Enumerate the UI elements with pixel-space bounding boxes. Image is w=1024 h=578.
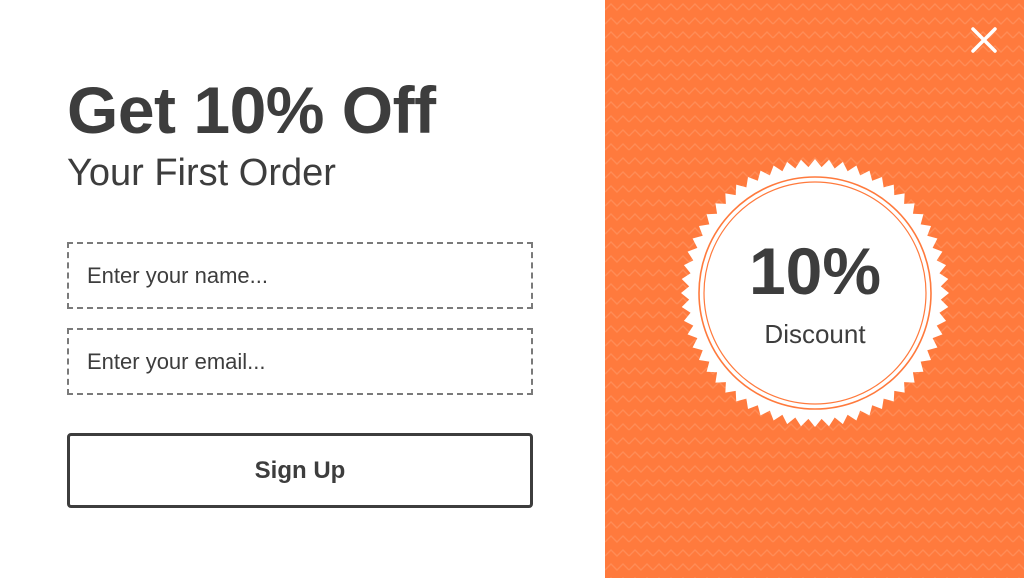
sign-up-button[interactable]: Sign Up (67, 433, 533, 508)
name-input[interactable] (67, 242, 533, 309)
close-icon (971, 27, 997, 53)
signup-panel: Get 10% Off Your First Order Sign Up (0, 0, 605, 578)
discount-value: 10% (748, 234, 882, 308)
offer-subheadline: Your First Order (67, 152, 336, 194)
offer-headline: Get 10% Off (67, 73, 436, 147)
promo-panel: 10% Discount (605, 0, 1024, 578)
email-input[interactable] (67, 328, 533, 395)
discount-label: Discount (764, 319, 866, 349)
close-button[interactable] (968, 24, 1000, 56)
discount-badge: 10% Discount (680, 158, 950, 428)
discount-popup: Get 10% Off Your First Order Sign Up (0, 0, 1024, 578)
